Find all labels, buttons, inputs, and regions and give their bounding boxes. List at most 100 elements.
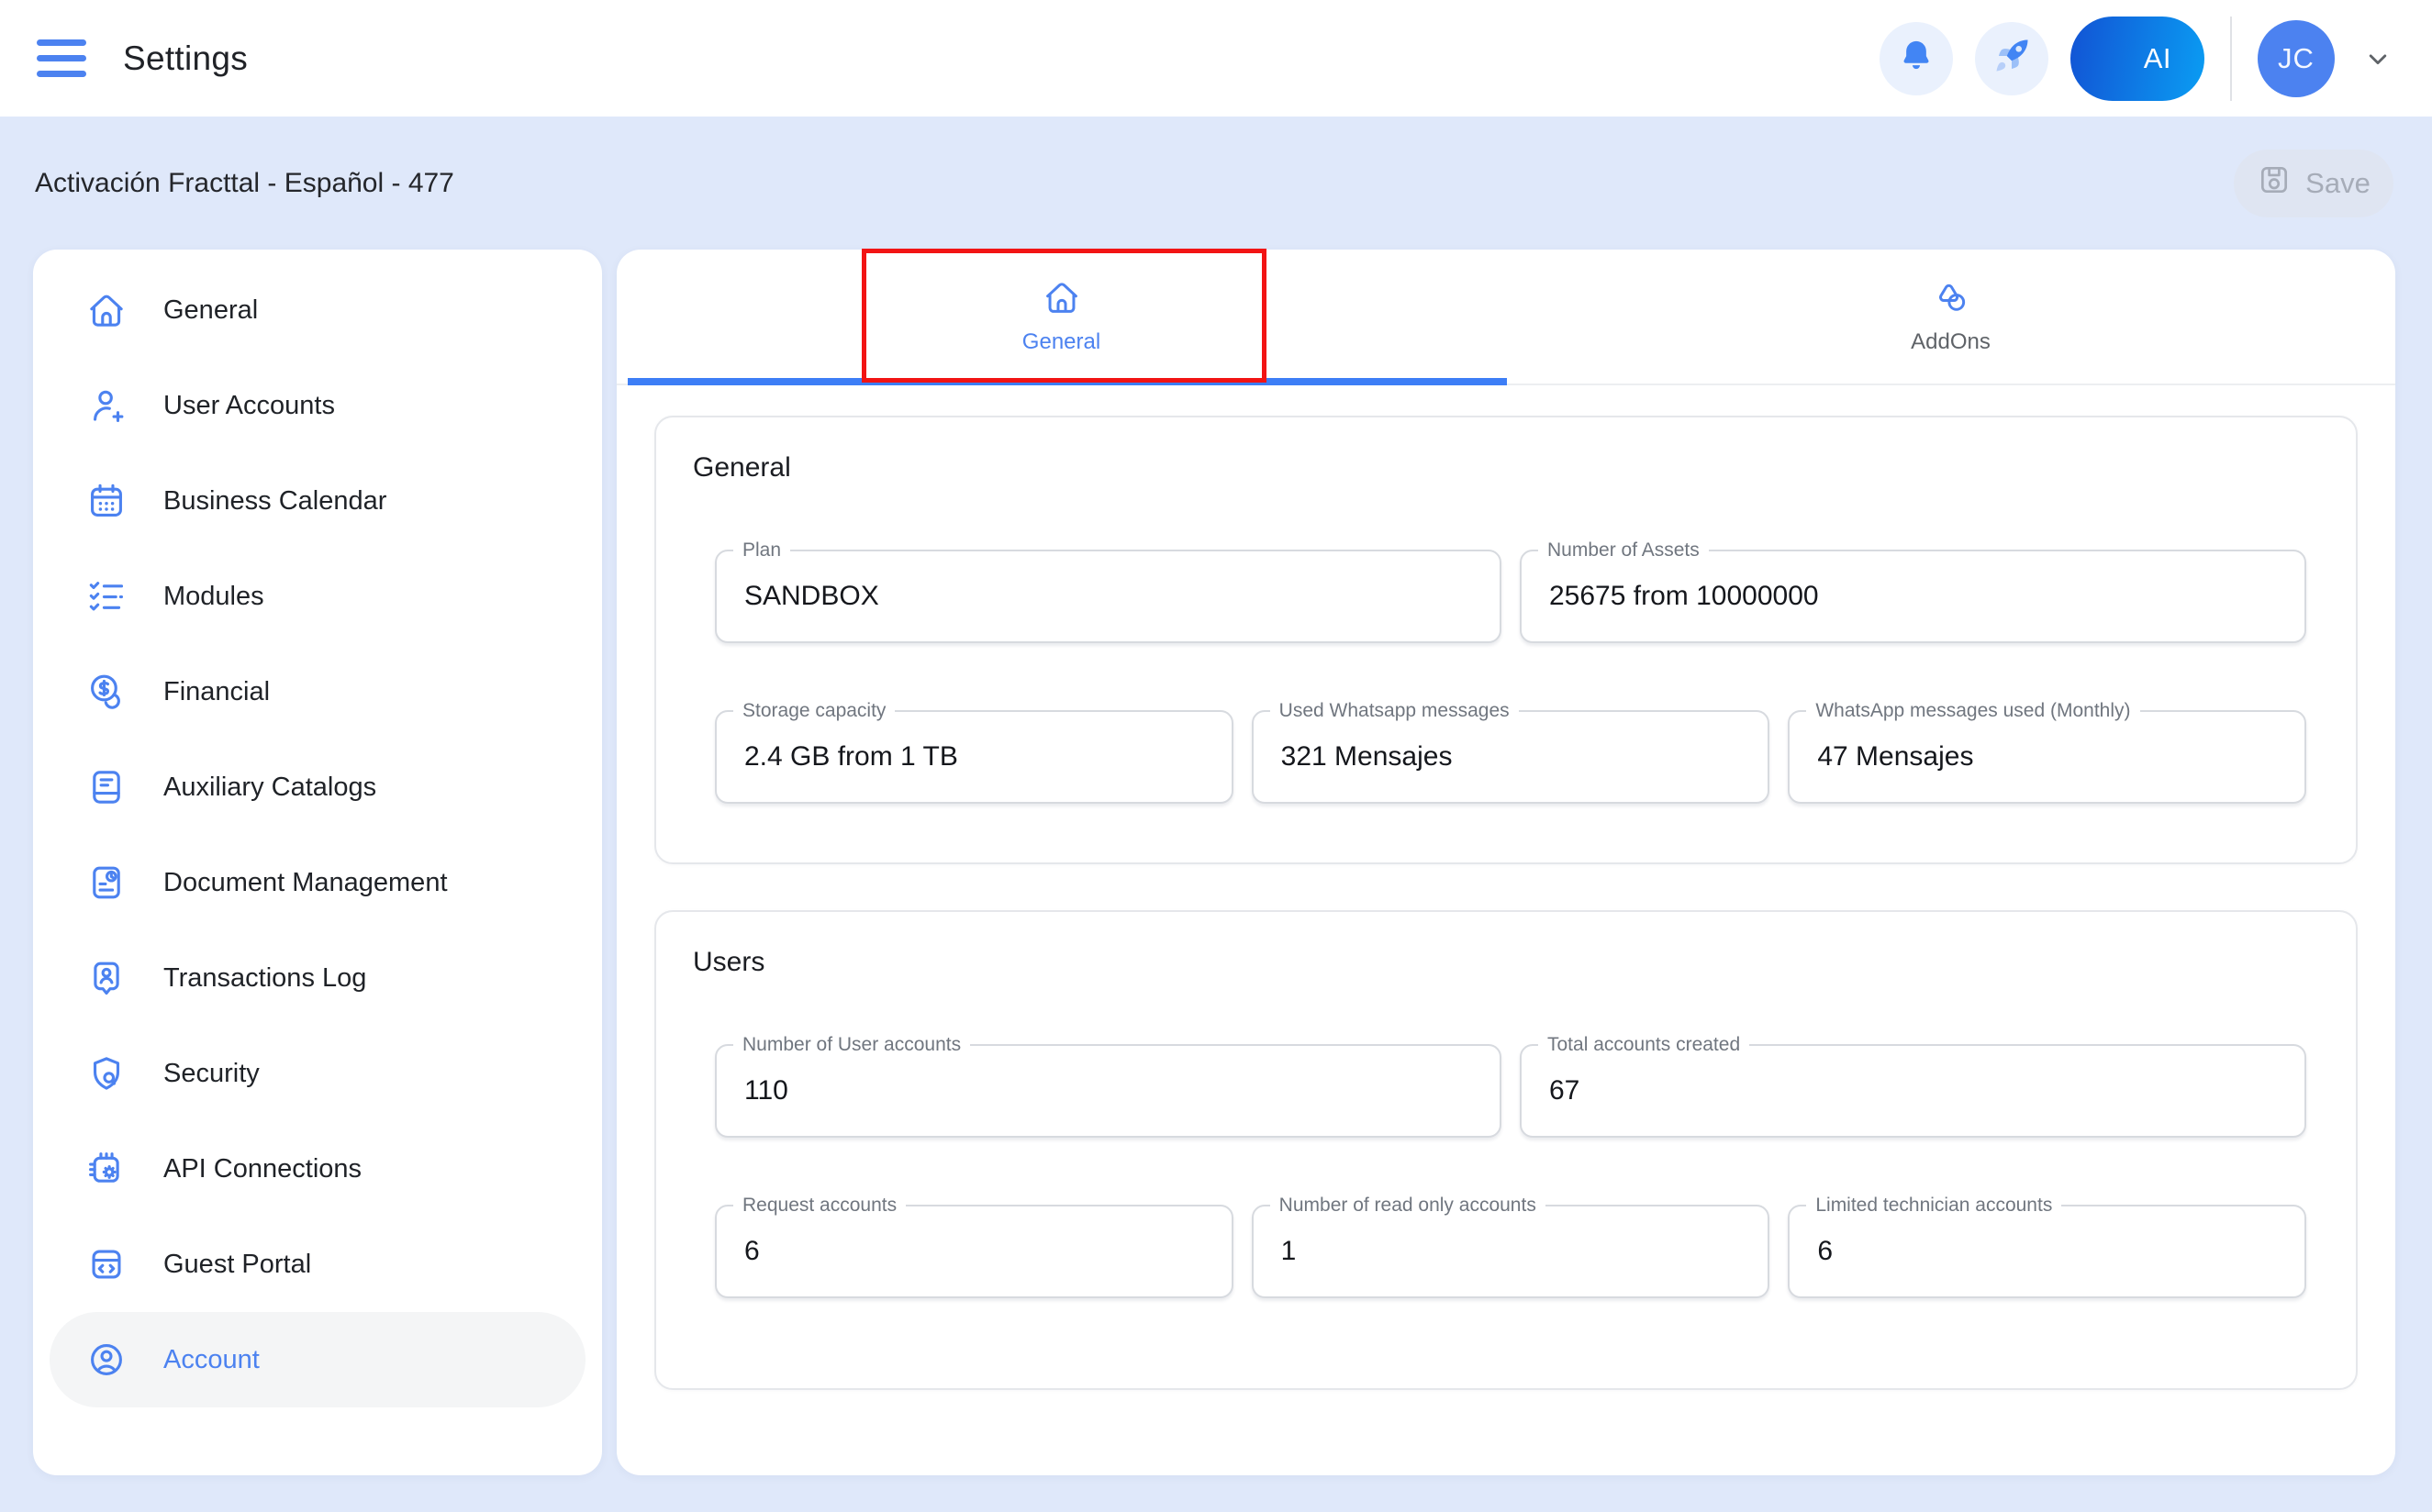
settings-page: Settings AI JC Activación Fracttal - Esp… [0, 0, 2432, 1512]
field-label: Used Whatsapp messages [1270, 699, 1519, 723]
field-number-of-assets[interactable]: Number of Assets 25675 from 10000000 [1520, 550, 2306, 643]
tab-label: AddOns [1911, 329, 1991, 355]
users-card: Users Number of User accounts 110 Total … [654, 910, 2358, 1390]
sidebar-item-financial[interactable]: Financial [50, 644, 586, 739]
hamburger-menu-icon[interactable] [37, 39, 86, 77]
receipt-person-icon [86, 958, 127, 998]
field-read-only-accounts[interactable]: Number of read only accounts 1 [1252, 1205, 1770, 1298]
home-icon [86, 290, 127, 330]
rocket-icon [1992, 37, 2031, 80]
tab-label: General [1022, 329, 1100, 355]
sidebar-item-label: Financial [163, 677, 270, 707]
sidebar-item-user-accounts[interactable]: User Accounts [50, 358, 586, 453]
sidebar-item-general[interactable]: General [50, 262, 586, 358]
checklist-icon [86, 576, 127, 617]
avatar-initials: JC [2278, 42, 2315, 75]
sidebar-item-label: Modules [163, 582, 264, 612]
sidebar-item-account[interactable]: Account [50, 1312, 586, 1407]
sidebar-item-label: Business Calendar [163, 486, 386, 517]
page-title: Settings [123, 39, 248, 78]
tab-general[interactable]: General [617, 250, 1506, 384]
field-number-of-user-accounts[interactable]: Number of User accounts 110 [715, 1044, 1501, 1138]
field-label: Storage capacity [733, 699, 895, 723]
calendar-icon [86, 481, 127, 521]
field-value: 6 [744, 1236, 760, 1267]
home-icon [1043, 278, 1081, 317]
field-value: 1 [1281, 1236, 1297, 1267]
sidebar-item-modules[interactable]: Modules [50, 549, 586, 644]
sidebar-item-label: User Accounts [163, 391, 335, 421]
addons-shapes-icon [1932, 278, 1970, 317]
chevron-down-icon[interactable] [2362, 43, 2393, 74]
field-value: SANDBOX [744, 581, 879, 612]
tab-panel-general: General Plan SANDBOX Number of Assets 25… [617, 385, 2395, 1390]
general-card: General Plan SANDBOX Number of Assets 25… [654, 416, 2358, 864]
field-total-accounts-created[interactable]: Total accounts created 67 [1520, 1044, 2306, 1138]
field-value: 321 Mensajes [1281, 741, 1453, 773]
field-label: Request accounts [733, 1194, 906, 1217]
field-label: Plan [733, 539, 790, 562]
field-label: Number of Assets [1538, 539, 1709, 562]
general-card-title: General [656, 417, 2356, 484]
sidebar-item-label: API Connections [163, 1154, 362, 1184]
active-tab-underline [628, 378, 1507, 385]
field-storage-capacity[interactable]: Storage capacity 2.4 GB from 1 TB [715, 710, 1233, 804]
sidebar-item-label: Document Management [163, 868, 448, 898]
user-circle-icon [86, 1340, 127, 1380]
field-value: 110 [744, 1075, 788, 1106]
dollar-circle-icon [86, 672, 127, 712]
field-value: 25675 from 10000000 [1549, 581, 1819, 612]
sidebar-item-auxiliary-catalogs[interactable]: Auxiliary Catalogs [50, 739, 586, 835]
avatar[interactable]: JC [2258, 20, 2335, 97]
sidebar-item-guest-portal[interactable]: Guest Portal [50, 1217, 586, 1312]
users-card-title: Users [656, 912, 2356, 978]
field-plan[interactable]: Plan SANDBOX [715, 550, 1501, 643]
sidebar-item-label: Security [163, 1059, 260, 1089]
field-request-accounts[interactable]: Request accounts 6 [715, 1205, 1233, 1298]
save-button-label: Save [2305, 167, 2371, 200]
topbar-divider [2230, 17, 2232, 101]
chip-gear-icon [86, 1149, 127, 1189]
sidebar-item-transactions-log[interactable]: Transactions Log [50, 930, 586, 1026]
tab-addons[interactable]: AddOns [1506, 250, 2395, 384]
boost-button[interactable] [1975, 22, 2048, 95]
field-value: 6 [1817, 1236, 1833, 1267]
field-value: 67 [1549, 1075, 1579, 1106]
field-used-whatsapp-messages[interactable]: Used Whatsapp messages 321 Mensajes [1252, 710, 1770, 804]
book-icon [86, 767, 127, 807]
field-label: Total accounts created [1538, 1033, 1749, 1057]
floppy-disk-icon [2257, 162, 2292, 205]
tab-bar: General AddOns [617, 250, 2395, 385]
content-area: General User Accounts Business Calendar … [0, 250, 2432, 1512]
top-app-bar: Settings AI JC [0, 0, 2432, 117]
portal-window-icon [86, 1244, 127, 1284]
field-value: 47 Mensajes [1817, 741, 1973, 773]
ai-button[interactable]: AI [2070, 17, 2204, 101]
sidebar-item-label: General [163, 295, 258, 326]
sidebar-item-business-calendar[interactable]: Business Calendar [50, 453, 586, 549]
sidebar-item-label: Guest Portal [163, 1250, 311, 1280]
save-button[interactable]: Save [2234, 150, 2393, 217]
field-label: Number of User accounts [733, 1033, 970, 1057]
sidebar-item-label: Auxiliary Catalogs [163, 773, 376, 803]
notifications-button[interactable] [1880, 22, 1953, 95]
document-clock-icon [86, 862, 127, 903]
bell-icon [1897, 37, 1936, 80]
account-panel: General AddOns General Plan [617, 250, 2395, 1475]
field-limited-technician-accounts[interactable]: Limited technician accounts 6 [1788, 1205, 2306, 1298]
field-value: 2.4 GB from 1 TB [744, 741, 958, 773]
field-label: WhatsApp messages used (Monthly) [1806, 699, 2139, 723]
shield-icon [86, 1053, 127, 1094]
sidebar-item-label: Account [163, 1345, 260, 1375]
ai-button-label: AI [2144, 42, 2171, 75]
sidebar-item-api-connections[interactable]: API Connections [50, 1121, 586, 1217]
user-plus-icon [86, 385, 127, 426]
field-label: Number of read only accounts [1270, 1194, 1545, 1217]
settings-sidebar: General User Accounts Business Calendar … [33, 250, 602, 1475]
field-label: Limited technician accounts [1806, 1194, 2061, 1217]
sidebar-item-document-management[interactable]: Document Management [50, 835, 586, 930]
sidebar-item-security[interactable]: Security [50, 1026, 586, 1121]
topbar-actions: AI JC [1880, 17, 2393, 101]
field-whatsapp-messages-monthly[interactable]: WhatsApp messages used (Monthly) 47 Mens… [1788, 710, 2306, 804]
sub-header-bar: Activación Fracttal - Español - 477 Save [0, 117, 2432, 250]
